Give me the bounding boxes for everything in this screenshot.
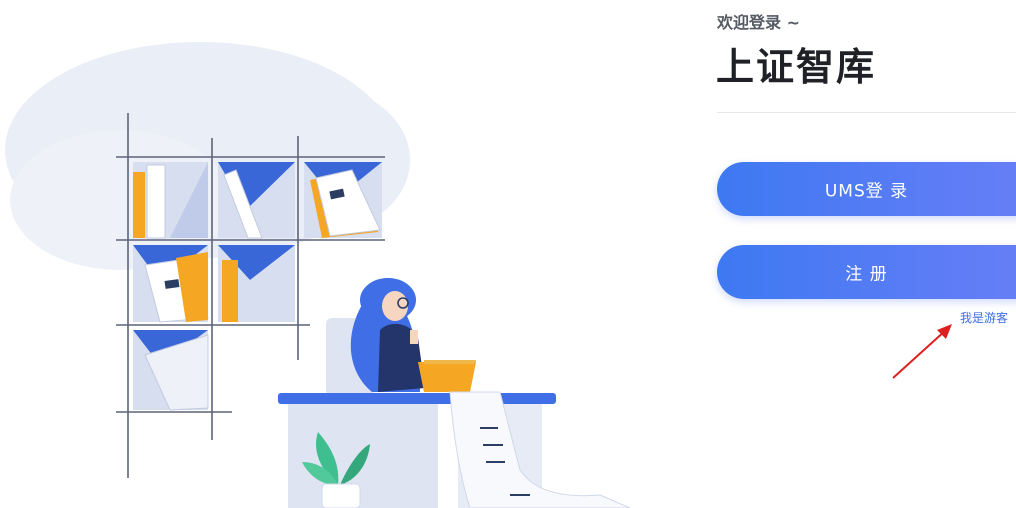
welcome-text: 欢迎登录 ~ [717, 13, 800, 32]
woman-figure [350, 278, 476, 392]
hero-illustration [5, 42, 631, 508]
divider [717, 112, 1016, 113]
ums-login-label: UMS登 录 [824, 181, 909, 202]
register-label: 注 册 [845, 264, 888, 285]
ums-login-button[interactable]: UMS登 录 [717, 162, 1016, 216]
guest-link[interactable]: 我是游客 [960, 309, 1008, 326]
register-button[interactable]: 注 册 [717, 245, 1016, 299]
books-row-3 [133, 330, 209, 411]
books-row-1 [133, 162, 382, 239]
red-arrow-icon [892, 324, 952, 379]
app-title: 上证智库 [716, 45, 877, 89]
